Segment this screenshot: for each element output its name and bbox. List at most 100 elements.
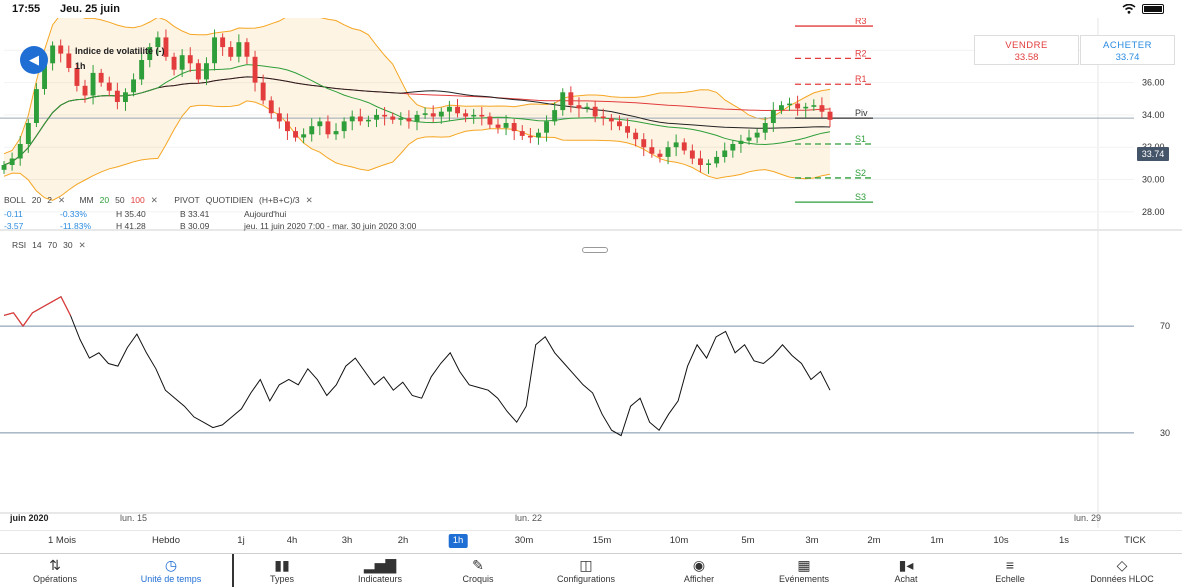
pivot-period: QUOTIDIEN (205, 195, 253, 205)
pivot-label-piv: Piv (855, 108, 868, 118)
status-bar: 17:55 Jeu. 25 juin (0, 0, 1182, 20)
timeframe-tick[interactable]: TICK (1120, 534, 1150, 548)
remove-rsi-icon[interactable]: ✕ (79, 240, 86, 250)
chart-area[interactable]: R3R2R1PivS1S2S3 38.0036.0034.0032.0030.0… (0, 18, 1182, 528)
timeframe-1m[interactable]: 1m (926, 534, 947, 548)
timeframe-10m[interactable]: 10m (666, 534, 692, 548)
operations-icon: ⇅ (49, 557, 61, 573)
buy-button[interactable]: ACHETER 33.74 (1080, 35, 1175, 65)
candle-body (754, 132, 760, 138)
candle-body (503, 123, 509, 128)
timeframe-2h[interactable]: 2h (394, 534, 413, 548)
candle-body (576, 105, 582, 109)
remove-mm-icon[interactable]: ✕ (151, 195, 158, 205)
pane-resize-handle[interactable] (582, 247, 608, 253)
timeframe-3h[interactable]: 3h (338, 534, 357, 548)
pivot-name[interactable]: PIVOT (174, 195, 200, 205)
toolbar-croquis[interactable]: ✎ Croquis (428, 554, 528, 587)
back-button[interactable]: ◀ (20, 46, 48, 74)
candle-body (268, 100, 274, 114)
candle-body (722, 150, 728, 157)
clock-icon: ◷ (164, 557, 178, 573)
range-period: jeu. 11 juin 2020 7:00 - mar. 30 juin 20… (244, 221, 417, 231)
price-and-rsi-chart[interactable]: R3R2R1PivS1S2S3 38.0036.0034.0032.0030.0… (0, 18, 1182, 528)
scale-icon: ≡ (1005, 557, 1015, 573)
toolbar-indicateurs[interactable]: ▂▅▇ Indicateurs (332, 554, 428, 587)
buy-price: 33.74 (1115, 52, 1140, 63)
boll-param-1: 20 (31, 195, 42, 205)
current-price-tag: 33.74 (1137, 147, 1169, 161)
toolbar-evenements[interactable]: ▦ Evénements (754, 554, 854, 587)
timeframe-10s[interactable]: 10s (989, 534, 1012, 548)
today-period: Aujourd'hui (244, 209, 287, 219)
buy-icon: ▮◂ (898, 557, 914, 573)
rsi-overbought-segment (51, 296, 62, 303)
candle-body (212, 37, 217, 64)
time-tick-3: lun. 29 (1074, 513, 1102, 523)
candle-body (698, 158, 703, 165)
candle-body (463, 113, 469, 117)
candle-body (779, 105, 784, 110)
candle-body (179, 55, 185, 70)
candle-body (293, 131, 298, 138)
timeframe-1j[interactable]: 1j (233, 534, 248, 548)
candle-body (82, 85, 88, 96)
timeframe-selector: 1 Mois Hebdo 1j 4h 3h 2h 1h 30m 15m 10m … (0, 530, 1182, 550)
stats-row-today: -0.11 -0.33% H 35.40 B 33.41 Aujourd'hui (4, 209, 292, 219)
toolbar-operations[interactable]: ⇅ Opérations (0, 554, 110, 587)
candle-body (795, 103, 801, 109)
instrument-timeframe: 1h (75, 61, 86, 71)
timeframe-4h[interactable]: 4h (283, 534, 302, 548)
toolbar-echelle[interactable]: ≡ Echelle (958, 554, 1062, 587)
pivot-label-r3: R3 (855, 18, 867, 26)
timeframe-5m[interactable]: 5m (737, 534, 758, 548)
boll-name[interactable]: BOLL (4, 195, 26, 205)
candle-body (649, 147, 655, 154)
toolbar-donnees-hloc[interactable]: ◇ Données HLOC (1062, 554, 1182, 587)
toolbar-types[interactable]: ▮▮ Types (232, 554, 332, 587)
candle-body (325, 121, 331, 135)
candle-body (633, 132, 639, 140)
remove-pivot-icon[interactable]: ✕ (306, 195, 313, 205)
candle-body (681, 142, 687, 151)
today-high: H 35.40 (116, 209, 146, 219)
toolbar-unite-de-temps[interactable]: ◷ Unité de temps (110, 554, 232, 587)
candle-body (479, 114, 485, 117)
timeframe-3m[interactable]: 3m (801, 534, 822, 548)
candle-body (349, 116, 355, 122)
candle-body (552, 110, 558, 122)
calendar-icon: ▦ (797, 557, 811, 573)
rsi-overbought-segment (22, 312, 33, 327)
candle-body (592, 106, 598, 117)
remove-boll-icon[interactable]: ✕ (58, 195, 65, 205)
arrow-left-icon: ◀ (29, 52, 39, 67)
time-axis: juin 2020 lun. 15 lun. 22 lun. 29 (0, 511, 1182, 525)
candle-body (803, 106, 809, 109)
timeframe-1s[interactable]: 1s (1055, 534, 1073, 548)
candle-body (114, 90, 120, 102)
pivot-label-r1: R1 (855, 74, 867, 84)
rsi-overbought-segment (13, 312, 24, 327)
timeframe-2m[interactable]: 2m (863, 534, 884, 548)
candle-body (600, 116, 606, 119)
timeframe-30m[interactable]: 30m (511, 534, 537, 548)
timeframe-1-mois[interactable]: 1 Mois (44, 534, 80, 548)
sell-button[interactable]: VENDRE 33.58 (974, 35, 1079, 65)
timeframe-1h[interactable]: 1h (448, 534, 468, 548)
candle-body (204, 63, 209, 80)
candle-body (374, 114, 379, 120)
toolbar-achat[interactable]: ▮◂ Achat (854, 554, 958, 587)
timeframe-15m[interactable]: 15m (589, 534, 615, 548)
candle-body (333, 131, 339, 135)
rsi-name[interactable]: RSI (12, 240, 26, 250)
rsi-overbought-segment (60, 296, 71, 316)
candle-body (422, 113, 428, 115)
pivot-label-s1: S1 (855, 134, 866, 144)
toolbar-configurations[interactable]: ◫ Configurations (528, 554, 644, 587)
layout-icon: ◫ (579, 557, 593, 573)
mm-name[interactable]: MM (79, 195, 93, 205)
candle-body (382, 114, 388, 117)
timeframe-hebdo[interactable]: Hebdo (148, 534, 184, 548)
toolbar-afficher[interactable]: ◉ Afficher (644, 554, 754, 587)
candle-body (366, 119, 371, 122)
